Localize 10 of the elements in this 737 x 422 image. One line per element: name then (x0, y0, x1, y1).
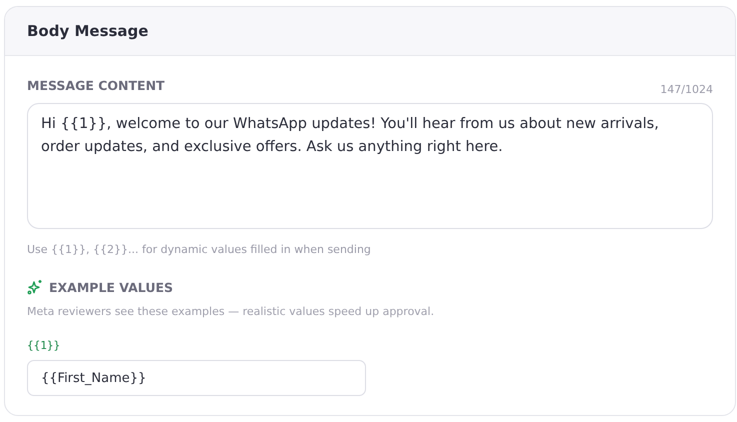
field-label: MESSAGE CONTENT (27, 78, 165, 93)
section-description: Meta reviewers see these examples — realistic values speed up approval. (27, 305, 436, 318)
section-title: EXAMPLE VALUES (49, 280, 174, 294)
variable-label: {{1}} (27, 339, 62, 352)
character-counter: 147/1024 (660, 83, 713, 96)
message-field[interactable]: Hi {{1}}, welcome to our WhatsApp updates! You'll hear from us about new arrivals, order updates, and exclusive offers. Ask us anything right here. (27, 103, 713, 229)
hint-text: Use {{1}}, {{2}}... for dynamic values filled in when sending (27, 243, 372, 256)
sparkles-icon (27, 279, 43, 295)
example-value-field[interactable]: {{First_Name}} (27, 360, 366, 396)
card-title: Body Message (27, 22, 148, 40)
